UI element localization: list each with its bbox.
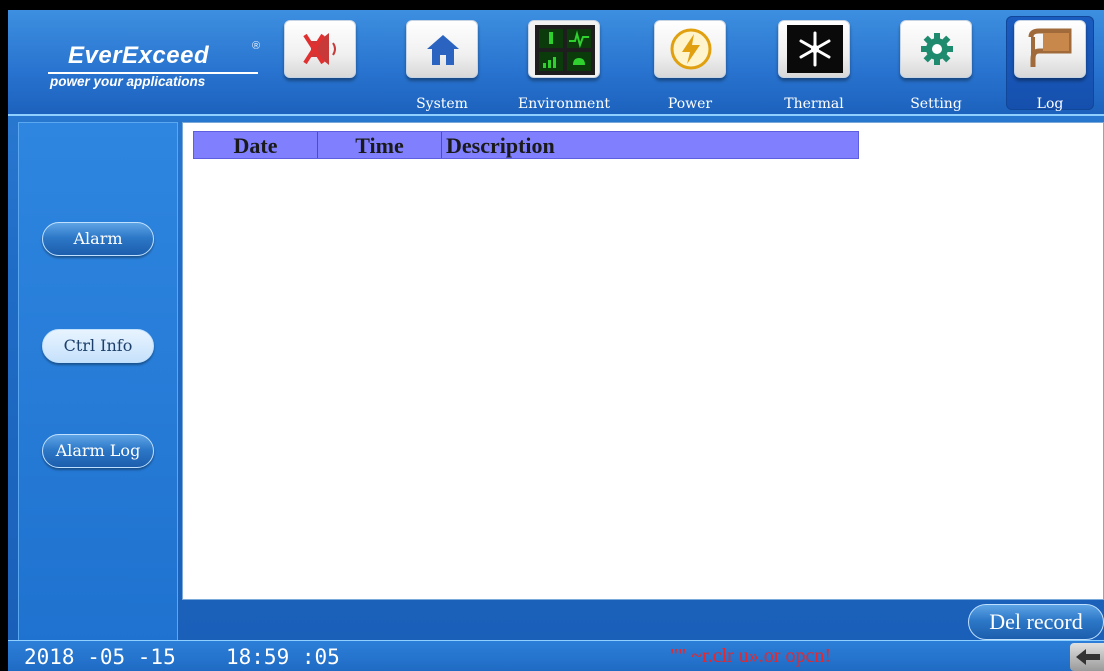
speaker-muted-icon xyxy=(303,33,336,65)
nav-log[interactable]: Log xyxy=(1006,16,1094,112)
brand-name: EverExceed xyxy=(68,42,210,69)
log-content-panel: Date Time Description xyxy=(182,122,1104,600)
snowflake-icon xyxy=(787,25,843,73)
status-time: 18:59 :05 xyxy=(226,645,340,669)
nav-log-label: Log xyxy=(1036,96,1064,112)
sidebar-item-ctrl-info[interactable]: Ctrl Info xyxy=(42,329,154,363)
environment-dashboard-icon xyxy=(535,25,595,75)
nav-thermal-tile[interactable] xyxy=(778,20,850,78)
column-header-date: Date xyxy=(194,132,318,158)
nav-setting[interactable]: Setting xyxy=(900,20,972,114)
nav-log-tile[interactable] xyxy=(1014,20,1086,78)
del-record-button[interactable]: Del record xyxy=(968,604,1104,640)
brand-logo: EverExceed ® power your applications xyxy=(48,40,268,98)
nav-environment-tile[interactable] xyxy=(528,20,600,78)
log-flag-icon xyxy=(1028,28,1072,67)
screen: EverExceed ® power your applications Sys… xyxy=(8,10,1104,671)
nav-setting-label: Setting xyxy=(910,96,962,112)
sidebar: Alarm Ctrl Info Alarm Log xyxy=(18,122,178,652)
nav-environment[interactable]: Environment xyxy=(518,20,610,114)
nav-power[interactable]: Power xyxy=(654,20,726,114)
top-navigation-bar: EverExceed ® power your applications Sys… xyxy=(8,10,1104,116)
status-date: 2018 -05 -15 xyxy=(24,645,176,669)
mute-button[interactable] xyxy=(284,20,356,114)
nav-system-tile[interactable] xyxy=(406,20,478,78)
nav-power-tile[interactable] xyxy=(654,20,726,78)
nav-system[interactable]: System xyxy=(406,20,478,114)
sidebar-item-alarm[interactable]: Alarm xyxy=(42,222,154,256)
back-arrow-icon xyxy=(1076,649,1100,665)
nav-setting-tile[interactable] xyxy=(900,20,972,78)
status-bar: 2018 -05 -15 18:59 :05 "" ~r.clr u».or o… xyxy=(8,640,1104,671)
lightning-icon xyxy=(670,28,712,70)
nav-thermal[interactable]: Thermal xyxy=(778,20,850,114)
column-header-time: Time xyxy=(318,132,442,158)
status-warning: "" ~r.clr u».or opcn! xyxy=(670,645,831,667)
mute-tile[interactable] xyxy=(284,20,356,78)
back-button[interactable] xyxy=(1070,643,1104,671)
column-header-description: Description xyxy=(446,133,555,158)
log-table-header: Date Time Description xyxy=(193,131,859,159)
nav-system-label: System xyxy=(416,96,468,112)
registered-mark: ® xyxy=(252,40,261,52)
nav-thermal-label: Thermal xyxy=(784,96,844,112)
nav-power-label: Power xyxy=(667,96,713,112)
gear-icon xyxy=(921,33,953,65)
home-icon xyxy=(427,35,459,65)
sidebar-item-alarm-log[interactable]: Alarm Log xyxy=(42,434,154,468)
nav-environment-label: Environment xyxy=(518,96,610,112)
brand-tagline: power your applications xyxy=(50,74,206,89)
